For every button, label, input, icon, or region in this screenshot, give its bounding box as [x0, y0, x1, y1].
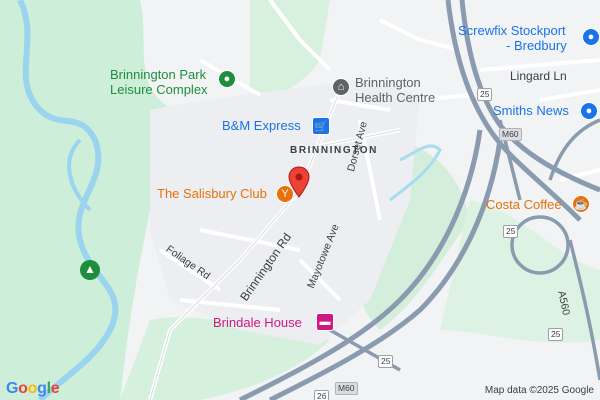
area-label-brinnington: BRINNINGTON: [290, 145, 378, 156]
poi-health-centre-line1[interactable]: Brinnington: [355, 76, 421, 89]
shield-j25-a: 25: [477, 88, 493, 101]
shield-j26: 26: [314, 390, 330, 400]
shopping-bag-icon[interactable]: ●: [582, 28, 600, 46]
street-lingard-ln: Lingard Ln: [510, 69, 567, 83]
park-area-center: [250, 0, 330, 94]
park-tree-icon[interactable]: ▲: [84, 263, 96, 275]
logo-letter: G: [6, 380, 19, 397]
poi-brindale-house[interactable]: Brindale House: [213, 316, 302, 329]
shield-j25-b: 25: [503, 225, 519, 238]
shopping-bag-icon-2[interactable]: ●: [580, 102, 598, 120]
poi-brinnington-park-line2[interactable]: Leisure Complex: [110, 83, 208, 96]
poi-brinnington-park-line1[interactable]: Brinnington Park: [110, 68, 206, 81]
poi-screwfix-line2[interactable]: - Bredbury: [506, 39, 567, 52]
map-canvas[interactable]: ▲ Brinnington Park Leisure Complex ● ⌂ B…: [0, 0, 600, 400]
logo-letter: o: [18, 380, 28, 397]
shield-m60-b: M60: [335, 382, 358, 395]
coffee-icon[interactable]: ☕: [572, 195, 590, 213]
logo-letter: o: [27, 380, 38, 397]
poi-smiths-news[interactable]: Smiths News: [493, 104, 569, 117]
hospital-icon[interactable]: ⌂: [332, 78, 350, 96]
poi-screwfix-line1[interactable]: Screwfix Stockport: [458, 24, 566, 37]
logo-letter: e: [50, 380, 60, 397]
poi-health-centre-line2[interactable]: Health Centre: [355, 91, 435, 104]
location-pin-icon[interactable]: [288, 166, 310, 198]
google-logo[interactable]: Google: [6, 380, 60, 398]
poi-bm-express[interactable]: B&M Express: [222, 119, 301, 132]
leisure-icon[interactable]: ●: [218, 70, 236, 88]
poi-salisbury-club[interactable]: The Salisbury Club: [157, 187, 267, 200]
hotel-icon[interactable]: ▬: [316, 313, 334, 331]
poi-costa-coffee[interactable]: Costa Coffee: [486, 198, 562, 211]
shield-j25-d: 25: [378, 355, 394, 368]
logo-letter: g: [37, 380, 47, 397]
shield-j25-c: 25: [548, 328, 564, 341]
map-attribution[interactable]: Map data ©2025 Google: [485, 385, 594, 396]
shield-m60-a: M60: [499, 128, 522, 141]
shopping-cart-icon[interactable]: 🛒: [312, 117, 330, 135]
